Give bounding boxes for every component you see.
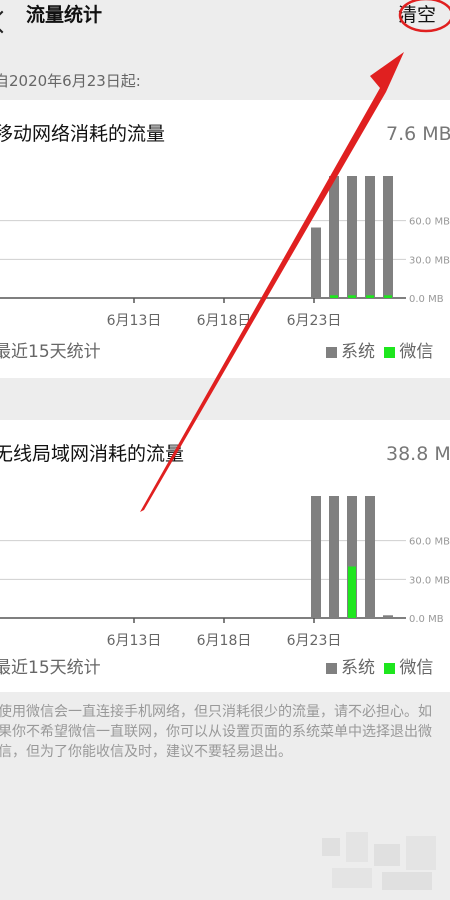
card-title: 移动网络消耗的流量	[0, 123, 166, 145]
clear-button[interactable]: 清空	[398, 4, 436, 26]
legend-system-swatch	[326, 346, 337, 358]
y-tick-label: 30.0 MB	[409, 255, 450, 266]
x-tick-label: 6月13日	[107, 633, 162, 649]
bar-wechat	[348, 295, 356, 298]
card-total: 38.8 MB	[386, 443, 450, 465]
card-title: 无线局域网消耗的流量	[0, 443, 185, 465]
legend-wechat-label: 微信	[399, 658, 434, 678]
bar-wechat	[348, 566, 356, 618]
bar-system	[347, 176, 357, 298]
recent-days-label: 最近15天统计	[0, 658, 101, 678]
x-tick-label: 6月23日	[287, 313, 342, 329]
bar-system	[329, 176, 339, 298]
watermark-image	[322, 832, 436, 890]
page-title: 流量统计	[26, 4, 103, 26]
bar-system	[383, 176, 393, 298]
mobile-data-card: 移动网络消耗的流量 7.6 MB 60.0 MB 30.0 MB 0.0 MB 6月1…	[0, 100, 450, 378]
back-arrow-icon[interactable]	[0, 10, 14, 34]
legend-wechat-swatch	[384, 662, 396, 674]
bar-wechat	[366, 295, 374, 298]
x-tick-label: 6月18日	[197, 633, 252, 649]
x-tick-label: 6月23日	[287, 633, 342, 649]
legend-system-swatch	[326, 662, 337, 674]
mobile-data-chart: 60.0 MB 30.0 MB 0.0 MB 6月13日 6月18日 6月23日	[0, 176, 450, 329]
wlan-data-card: 无线局域网消耗的流量 38.8 MB 60.0 MB30.0 MB0.0 MB6…	[0, 420, 450, 692]
bar-system	[311, 496, 321, 618]
legend-wechat-swatch	[384, 346, 396, 358]
chart-legend: 系统 微信	[326, 342, 437, 362]
recent-days-label: 最近15天统计	[0, 342, 101, 362]
y-tick-label: 60.0 MB	[409, 537, 450, 548]
x-tick-label: 6月18日	[197, 313, 252, 329]
top-bar: 流量统计 清空	[0, 0, 450, 46]
bar-system	[311, 227, 321, 298]
bar-system	[365, 496, 375, 618]
y-tick-label: 0.0 MB	[409, 294, 444, 305]
bar-wechat	[330, 295, 338, 298]
chart-legend: 系统 微信	[326, 658, 437, 678]
bar-system	[365, 176, 375, 298]
bar-wechat	[384, 295, 392, 298]
bar-system	[383, 615, 393, 618]
y-tick-label: 0.0 MB	[409, 614, 444, 625]
legend-system-label: 系统	[341, 342, 375, 362]
y-tick-label: 60.0 MB	[409, 217, 450, 228]
footer-note: 使用微信会一直连接手机网络，但只消耗很少的流量，请不必担心。如果你不希望微信一直…	[0, 704, 432, 760]
card-total: 7.6 MB	[386, 123, 450, 145]
x-tick-label: 6月13日	[107, 313, 162, 329]
legend-wechat-label: 微信	[399, 342, 434, 362]
y-tick-label: 30.0 MB	[409, 575, 450, 586]
wlan-data-chart: 60.0 MB 30.0 MB 0.0 MB 6月13日 6月18日 6月23日	[0, 496, 450, 649]
bar-system	[329, 496, 339, 618]
since-date-text: 自2020年6月23日起:	[0, 72, 141, 90]
legend-system-label: 系统	[341, 658, 375, 678]
